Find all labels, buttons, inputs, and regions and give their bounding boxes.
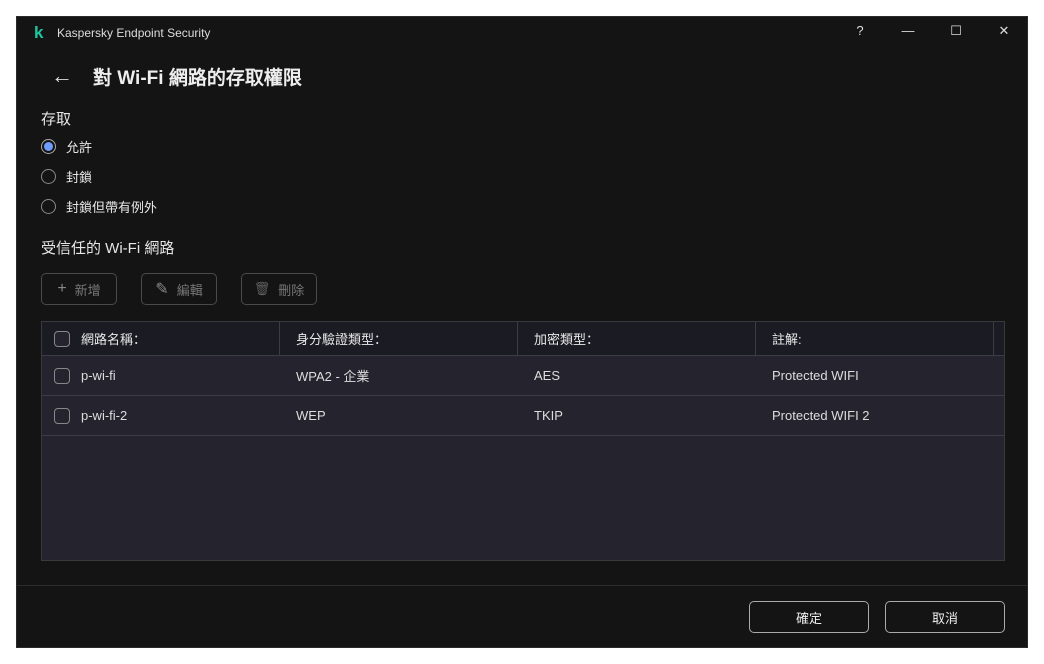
- table-row[interactable]: p-wi-fi-2 WEP TKIP Protected WIFI 2: [42, 396, 1004, 436]
- column-network-name[interactable]: 網路名稱：: [42, 322, 280, 355]
- trash-icon: 🗑: [253, 281, 271, 296]
- edit-label: 編輯: [176, 282, 203, 298]
- header-label: 加密類型：: [534, 332, 600, 347]
- table-header: 網路名稱： 身分驗證類型： 加密類型： 註解:: [42, 322, 1004, 356]
- cell-comment: Protected WIFI 2: [772, 408, 870, 423]
- cell-auth-type: WPA2 - 企業: [296, 369, 370, 384]
- radio-unselected-icon[interactable]: [41, 169, 56, 184]
- cell-network-name: p-wi-fi: [81, 368, 116, 383]
- radio-unselected-icon[interactable]: [41, 199, 56, 214]
- add-button[interactable]: + 新增: [41, 273, 117, 305]
- app-title: Kaspersky Endpoint Security: [57, 26, 211, 40]
- radio-block[interactable]: 封鎖: [41, 167, 92, 186]
- radio-label: 封鎖但帶有例外: [66, 200, 158, 215]
- radio-label: 封鎖: [66, 170, 93, 185]
- select-all-checkbox[interactable]: [54, 330, 70, 347]
- radio-allow[interactable]: 允許: [41, 137, 92, 156]
- cell-comment: Protected WIFI: [772, 368, 859, 383]
- help-button[interactable]: ?: [848, 23, 872, 43]
- minimize-button[interactable]: —: [896, 23, 920, 43]
- column-encryption-type[interactable]: 加密類型：: [518, 322, 756, 355]
- ok-button[interactable]: 確定: [749, 601, 869, 633]
- header-label: 身分驗證類型：: [296, 332, 388, 347]
- plus-icon: +: [57, 280, 67, 297]
- page-title: 對 Wi-Fi 網路的存取權限: [93, 68, 302, 89]
- row-checkbox[interactable]: [54, 367, 70, 384]
- cell-network-name: p-wi-fi-2: [81, 408, 128, 423]
- column-auth-type[interactable]: 身分驗證類型：: [280, 322, 518, 355]
- footer-divider: [17, 585, 1027, 586]
- cell-encryption: AES: [534, 368, 561, 383]
- edit-button[interactable]: ✎ 編輯: [141, 273, 217, 305]
- maximize-button[interactable]: ☐: [944, 23, 968, 43]
- row-checkbox[interactable]: [54, 407, 70, 424]
- delete-button[interactable]: 🗑 刪除: [241, 273, 317, 305]
- kaspersky-logo-icon: k: [34, 23, 44, 42]
- header-label: 網路名稱：: [81, 332, 147, 347]
- title-bar: k Kaspersky Endpoint Security ? — ☐ ✕: [17, 17, 1027, 49]
- header-label: 註解:: [772, 332, 802, 347]
- table-row[interactable]: p-wi-fi WPA2 - 企業 AES Protected WIFI: [42, 356, 1004, 396]
- column-comment[interactable]: 註解:: [756, 322, 994, 355]
- cell-auth-type: WEP: [296, 408, 326, 423]
- app-window: k Kaspersky Endpoint Security ? — ☐ ✕ ← …: [16, 16, 1028, 648]
- radio-block-with-exceptions[interactable]: 封鎖但帶有例外: [41, 197, 157, 216]
- radio-selected-icon[interactable]: [41, 139, 56, 154]
- back-arrow-icon[interactable]: ←: [51, 63, 73, 89]
- cell-encryption: TKIP: [534, 408, 563, 423]
- add-label: 新增: [74, 282, 101, 298]
- delete-label: 刪除: [278, 282, 305, 298]
- pencil-icon: ✎: [155, 281, 169, 298]
- radio-label: 允許: [66, 140, 93, 155]
- close-button[interactable]: ✕: [992, 23, 1016, 43]
- trusted-networks-heading: 受信任的 Wi-Fi 網路: [41, 240, 175, 257]
- cancel-button[interactable]: 取消: [885, 601, 1005, 633]
- access-heading: 存取: [41, 111, 72, 128]
- wifi-networks-table: 網路名稱： 身分驗證類型： 加密類型： 註解: p-wi-fi WPA2 - 企…: [41, 321, 1005, 561]
